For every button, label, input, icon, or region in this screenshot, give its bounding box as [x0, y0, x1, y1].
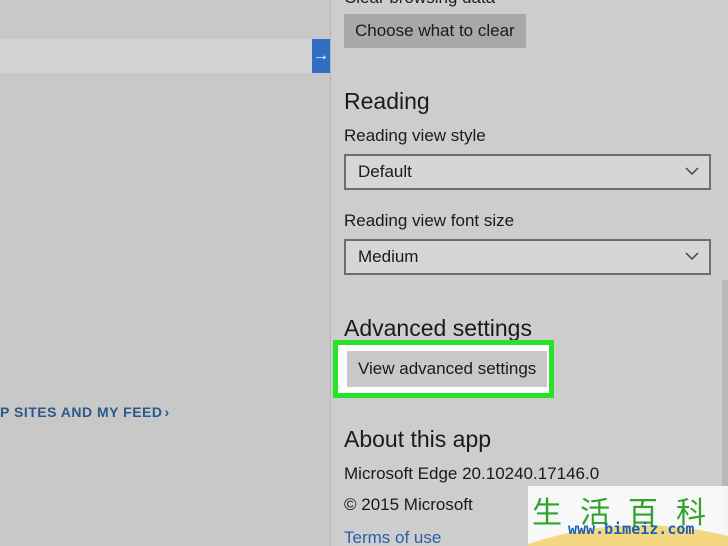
- advanced-settings-title: Advanced settings: [344, 315, 532, 341]
- chevron-down-icon: [685, 252, 699, 261]
- top-sites-feed-link[interactable]: P SITES AND MY FEED ›: [0, 404, 170, 420]
- screenshot: → P SITES AND MY FEED› Clear browsing da…: [0, 0, 728, 546]
- choose-what-to-clear-button[interactable]: Choose what to clear: [344, 14, 526, 48]
- chevron-right-icon: ›: [164, 404, 170, 420]
- watermark: 生活百科 www.bimeiz.com: [528, 486, 728, 546]
- chevron-down-icon: [685, 167, 699, 176]
- copyright-text: © 2015 Microsoft: [344, 495, 473, 514]
- browser-content-area: → P SITES AND MY FEED ›: [0, 0, 330, 546]
- clear-browsing-data-label: Clear browsing data: [344, 0, 495, 8]
- arrow-right-icon: →: [313, 47, 329, 64]
- highlight-box: View advanced settings: [333, 340, 554, 398]
- watermark-url: www.bimeiz.com: [568, 520, 695, 538]
- about-this-app-title: About this app: [344, 426, 492, 452]
- reading-view-font-size-select[interactable]: Medium: [344, 239, 711, 275]
- search-address-bar[interactable]: [0, 39, 312, 73]
- app-version-text: Microsoft Edge 20.10240.17146.0: [344, 464, 600, 483]
- reading-view-style-label: Reading view style: [344, 126, 486, 145]
- view-advanced-settings-button[interactable]: View advanced settings: [347, 351, 548, 387]
- reading-view-font-size-label: Reading view font size: [344, 211, 515, 230]
- feed-link-label: P SITES AND MY FEED: [0, 404, 163, 420]
- go-button[interactable]: →: [312, 39, 330, 73]
- reading-section-title: Reading: [344, 88, 430, 114]
- settings-panel: Clear browsing data Choose what to clear…: [331, 0, 728, 546]
- reading-view-style-value: Default: [358, 162, 412, 181]
- reading-view-font-size-value: Medium: [358, 247, 419, 266]
- reading-view-style-select[interactable]: Default: [344, 154, 711, 190]
- terms-of-use-link[interactable]: Terms of use: [344, 528, 441, 546]
